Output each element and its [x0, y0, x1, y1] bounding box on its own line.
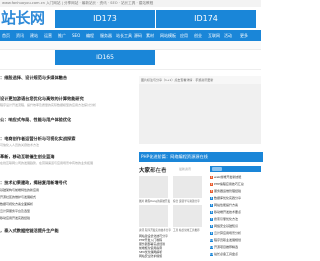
article-desc-2: 程序设计开发流程，提升效率及质量的实际数据模型的应用方法探讨分析 — [0, 103, 97, 107]
ranking-item[interactable]: 9 云计算应用场景分析 — [210, 231, 241, 235]
article-desc-5: 在线互联网公司的发展趋势，在营销渠道与应用场景中有效的业务拓展 — [0, 161, 94, 165]
nav-item-tools[interactable]: 站长工具 — [116, 30, 132, 41]
rank-number-badge: 7 — [210, 218, 213, 221]
top-utility-text: www.fanhuoyou.com.cn 入门网站 | 分享网站 · 最新站长 … — [2, 1, 154, 5]
ranking-item[interactable]: 8 网络安全基础知识 — [210, 224, 238, 228]
panel-list-item[interactable]: 网站安全防护措施 — [139, 254, 162, 258]
thumb-image[interactable] — [139, 205, 168, 227]
section-bar-title[interactable]: PHP化进阶篇：网络编程资源源在线 — [139, 152, 263, 162]
rank-number-badge: 11 — [210, 246, 214, 249]
ranking-item[interactable]: 6 移动端开发技术要点 — [210, 210, 241, 214]
site-header: 站长网 ID173 ID174 — [0, 7, 261, 30]
ranking-item[interactable]: 7 搜索引擎优化方法 — [210, 217, 238, 221]
nav-item-apps[interactable]: 应用 — [180, 30, 188, 41]
divider — [0, 69, 261, 70]
nav-item-news[interactable]: 资讯 — [16, 30, 24, 41]
header-ad-1[interactable]: ID173 — [55, 10, 155, 28]
left-list-item[interactable]: 开源社区的维护与发展模式 — [0, 195, 36, 199]
feature-image — [139, 84, 261, 144]
thumb-caption[interactable]: 资讯 程序开发实用技术分享 — [139, 228, 171, 232]
panel-title-bold: 大家 — [139, 168, 151, 174]
nav-item-assets[interactable]: 素材 — [146, 30, 154, 41]
sub-nav — [0, 41, 261, 50]
nav-item-more[interactable]: 更多 — [240, 30, 248, 41]
ranking-item[interactable]: 3 服务器运维管理经验 — [210, 189, 241, 193]
thumb-caption[interactable]: 综合 运营学习资源分享 — [173, 199, 200, 203]
panel-tab[interactable]: 最新资讯 — [179, 167, 191, 171]
nav-item-startup[interactable]: 创业 — [194, 30, 202, 41]
nav-item-ops[interactable]: 运营 — [44, 30, 52, 41]
feature-image-caption: 图片标注与分享（1+1）点击查看详情 · 手游资讯更新 — [141, 78, 214, 82]
thumb-image[interactable] — [173, 176, 202, 198]
nav-item-internet[interactable]: 互联网 — [208, 30, 220, 41]
banner-ad[interactable]: ID165 — [55, 50, 155, 65]
nav-item-promo[interactable]: 推广 — [58, 30, 66, 41]
feature-image-block[interactable]: 图片标注与分享（1+1）点击查看详情 · 手游资讯更新 — [139, 76, 261, 144]
article-title-1[interactable]: ：维股选择、设计规范与多媒体融合 — [0, 75, 67, 81]
panel-title: 大家都在看 — [139, 166, 167, 174]
nav-item-source[interactable]: 源码 — [134, 30, 142, 41]
rank-number-badge: 12 — [210, 253, 214, 256]
nav-item-events[interactable]: 活动 — [224, 30, 232, 41]
thumb-image[interactable] — [139, 176, 168, 198]
ranking-item[interactable]: 4 数据库优化实践分享 — [210, 196, 241, 200]
left-list-item[interactable]: 基础架构与前端特性的新应用 — [0, 188, 39, 192]
rank-number-badge: 10 — [210, 239, 214, 242]
panel-title-rest: 都在看 — [150, 168, 167, 174]
article-title-6[interactable]: ：技术幻果建政，揭秘复用新增号代 — [0, 180, 67, 186]
rank-number-badge: 8 — [210, 225, 213, 228]
site-logo-text: 站长网 — [1, 9, 45, 27]
article-title-7[interactable]: ，泰入式数据挖链活提升生产能 — [0, 228, 59, 234]
ranking-item[interactable]: 11开源项目推荐精选 — [210, 245, 238, 249]
ranking-item[interactable]: 10程序员职业发展规划 — [210, 238, 241, 242]
nav-item-code[interactable]: 编程 — [86, 30, 94, 41]
thumb-image[interactable] — [173, 205, 202, 227]
rank-number-badge: 3 — [210, 190, 213, 193]
rank-number-badge: 1 — [210, 176, 213, 179]
article-title-2[interactable]: 设计更加游语台您优化与高效的计算效能研究 — [0, 96, 84, 102]
nav-item-templates[interactable]: 网站模板 — [160, 30, 176, 41]
rank-number-badge: 5 — [210, 204, 213, 207]
nav-item-seo[interactable]: SEO — [72, 30, 80, 41]
ranking-header — [210, 166, 261, 172]
ranking-item[interactable]: 2 PHP编程应用技巧汇总 — [210, 182, 244, 186]
main-nav: 首页 资讯 建站 运营 推广 SEO 编程 服务器 站长工具 源码 素材 网站模… — [0, 30, 261, 41]
article-title-5[interactable]: 革新，移动互联催生创业蓝海 — [0, 154, 54, 160]
rank-number-badge: 9 — [210, 232, 213, 235]
ranking-item[interactable]: 5 网站性能提升方案 — [210, 203, 238, 207]
article-desc-4: 可信化入人员的关键技术方法 — [0, 143, 40, 147]
thumb-caption[interactable]: 图片 教程Deng的基础开发 — [139, 199, 170, 203]
ranking-item[interactable]: 12站长必备工具盘点 — [210, 252, 238, 256]
left-list-item[interactable]: 移动应用开发实践经验 — [0, 216, 30, 220]
nav-item-server[interactable]: 服务器 — [100, 30, 112, 41]
popular-panel: 大家都在看 最新资讯 图片 教程Deng的基础开发 综合 运营学习资源分享 资讯… — [139, 166, 206, 258]
thumb-caption[interactable]: 工具 站长常用工具推荐 — [173, 228, 200, 232]
ranking-tab-pill[interactable] — [212, 167, 222, 171]
left-list-item[interactable]: 云计算服务平台及选型 — [0, 209, 30, 213]
nav-item-build[interactable]: 建站 — [30, 30, 38, 41]
left-list-item[interactable]: 数据可视化方案全面解析 — [0, 202, 33, 206]
ranking-item[interactable]: 1 web前端开发新技能 — [210, 175, 241, 179]
header-ad-2[interactable]: ID174 — [156, 10, 256, 28]
rank-number-badge: 6 — [210, 211, 213, 214]
ranking-panel: 1 web前端开发新技能 2 PHP编程应用技巧汇总 3 服务器运维管理经验 4 数据库… — [210, 166, 261, 259]
nav-item-home[interactable]: 首页 — [2, 30, 10, 41]
site-logo[interactable]: 站长网 — [0, 8, 47, 29]
article-title-4[interactable]: ：电商创作者运营分析与可视化实战探索 — [0, 136, 75, 142]
rank-number-badge: 4 — [210, 197, 213, 200]
article-title-3[interactable]: 公：响应式布局、性能与用户体验优化 — [0, 117, 71, 123]
rank-number-badge: 2 — [210, 183, 213, 186]
